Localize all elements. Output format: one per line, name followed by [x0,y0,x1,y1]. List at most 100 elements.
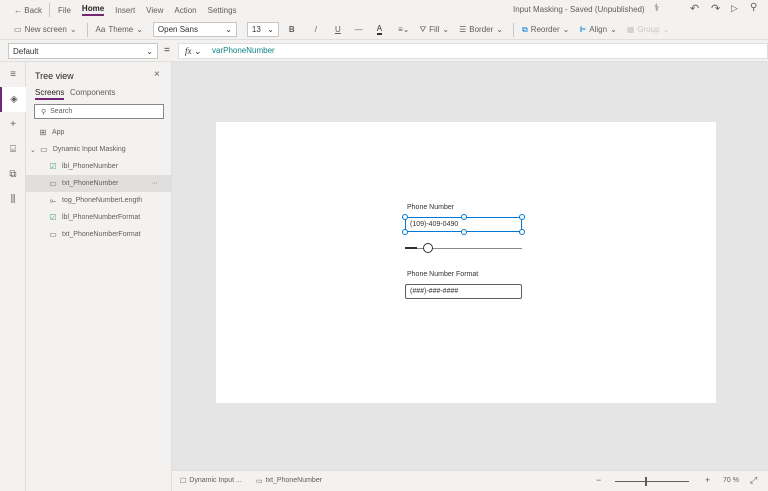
group-button[interactable]: ▦Group⌄ [627,25,670,34]
slider-fill [405,247,417,249]
fill-label: Fill [429,25,439,34]
resize-handle[interactable] [402,229,408,235]
resize-handle[interactable] [461,229,467,235]
reorder-label: Reorder [531,25,560,34]
tree-item-lbl-phonenumber[interactable]: ☑lbl_PhoneNumber [26,158,172,175]
tree-item-txt-phonenumberformat[interactable]: ▭ txt_PhoneNumberFormat [26,226,172,243]
fx-button[interactable]: fx ⌄ [185,46,201,57]
menu-insert[interactable]: Insert [115,6,135,15]
zoom-level: 70 % [723,477,739,484]
more-options-icon[interactable]: ··· [151,180,158,187]
resize-handle[interactable] [461,214,467,220]
font-value: Open Sans [158,25,198,34]
theme-button[interactable]: AaTheme⌄ [96,25,143,34]
tree-item-txt-phonenumber[interactable]: ▭txt_PhoneNumber··· [26,175,172,192]
app-checker-icon[interactable]: ⚕ [654,3,659,14]
close-icon[interactable]: × [154,69,160,80]
phone-format-label[interactable]: Phone Number Format [407,271,478,278]
phone-length-slider[interactable] [405,243,522,253]
italic-button[interactable]: / [315,25,317,34]
chevron-down-icon: ⌄ [30,146,36,154]
app-icon: ⊞ [38,128,48,137]
tree-item-tog-phonenumberlength[interactable]: ⟜tog_PhoneNumberLength [26,192,172,209]
breadcrumb-control[interactable]: ▭txt_PhoneNumber [256,477,322,485]
property-value: Default [13,47,38,56]
text-align-icon[interactable]: ≡⌄ [398,25,409,34]
menu-file[interactable]: File [58,6,71,15]
screen-icon: ☐ [180,477,186,485]
font-size-select[interactable]: 13⌄ [247,22,279,37]
resize-handle[interactable] [519,214,525,220]
tab-components[interactable]: Components [70,88,115,97]
zoom-slider[interactable] [615,481,689,482]
preview-play-icon[interactable]: ▷ [731,3,738,14]
theme-icon: Aa [96,25,106,34]
align-button[interactable]: ⊫Align⌄ [579,25,616,34]
zoom-slider-thumb[interactable] [645,477,647,486]
tab-screens[interactable]: Screens [35,88,64,100]
strikethrough-button[interactable]: — [355,25,363,34]
bold-button[interactable]: B [289,25,295,34]
menu-view[interactable]: View [146,6,163,15]
menu-bar: ← Back File Home Insert View Action Sett… [0,0,768,20]
tree-item-screen[interactable]: ⌄▭Dynamic Input Masking [26,141,172,158]
tree-item-lbl-phonenumberformat[interactable]: ☑ lbl_PhoneNumberFormat [26,209,172,226]
phone-number-label[interactable]: Phone Number [407,204,454,211]
font-color-button[interactable]: A [377,24,382,35]
textinput-icon: ▭ [256,477,263,485]
border-icon: ☰ [459,25,466,34]
new-screen-button[interactable]: ▭New screen⌄ [14,25,77,34]
back-button[interactable]: ← Back [14,6,42,15]
font-select[interactable]: Open Sans⌄ [153,22,237,37]
align-icon: ⊫ [579,25,586,34]
menu-home[interactable]: Home [82,4,104,16]
label-icon: ☑ [48,162,58,171]
property-select[interactable]: Default⌄ [8,43,158,59]
data-cylinder-icon[interactable]: ⌸ [0,137,26,162]
slider-thumb[interactable] [423,243,433,253]
textinput-icon: ▭ [48,230,58,239]
underline-button[interactable]: U [335,25,341,34]
screen-icon: ▭ [14,25,22,34]
media-icon[interactable]: ⧉ [0,162,26,187]
breadcrumb-screen[interactable]: ☐Dynamic Input ... [180,477,242,485]
resize-handle[interactable] [402,214,408,220]
border-button[interactable]: ☰Border⌄ [459,25,503,34]
search-placeholder: Search [50,108,72,115]
tree-view-panel: Tree view × Screens Components ⚲Search ⊞… [26,62,172,491]
tree-item-app[interactable]: ⊞App [26,124,172,141]
textinput-icon: ▭ [48,179,58,188]
formula-value: varPhoneNumber [212,46,275,55]
advanced-tools-icon[interactable]: ⫼ [0,187,26,212]
app-screen-canvas[interactable]: Phone Number (109)-409-0490 Phone Number… [216,122,716,403]
fill-button[interactable]: ⛛Fill⌄ [419,25,449,35]
undo-icon[interactable]: ↶ [690,2,699,15]
tree-item-label: txt_PhoneNumberFormat [62,231,141,238]
zoom-in-button[interactable]: + [705,475,710,485]
phone-number-input[interactable]: (109)-409-0490 [405,217,522,232]
group-icon: ▦ [627,25,635,34]
fit-to-window-icon[interactable]: ⤢ [750,475,757,486]
label-icon: ☑ [48,213,58,222]
zoom-out-button[interactable]: − [596,475,601,485]
user-icon[interactable]: ⚲ [750,2,757,13]
tree-view-layers-icon[interactable]: ◈ [0,87,26,112]
divider [87,23,88,37]
insert-plus-icon[interactable]: + [0,112,26,137]
menu-action[interactable]: Action [174,6,196,15]
new-screen-label: New screen [25,25,67,34]
menu-settings[interactable]: Settings [208,6,237,15]
tree-item-label: lbl_PhoneNumberFormat [62,214,140,221]
redo-icon[interactable]: ↷ [711,2,720,15]
search-input[interactable]: ⚲Search [34,104,164,119]
phone-format-input[interactable]: (###)-###-#### [405,284,522,299]
screen-icon: ▭ [39,145,49,154]
slider-icon: ⟜ [48,196,58,206]
divider [513,23,514,37]
formula-input[interactable]: fx ⌄ varPhoneNumber [178,43,768,59]
reorder-button[interactable]: ⧉Reorder⌄ [522,25,569,35]
hamburger-menu-icon[interactable]: ≡ [0,62,26,87]
canvas-area: Phone Number (109)-409-0490 Phone Number… [172,62,768,470]
resize-handle[interactable] [519,229,525,235]
chevron-down-icon: ⌄ [267,25,274,34]
